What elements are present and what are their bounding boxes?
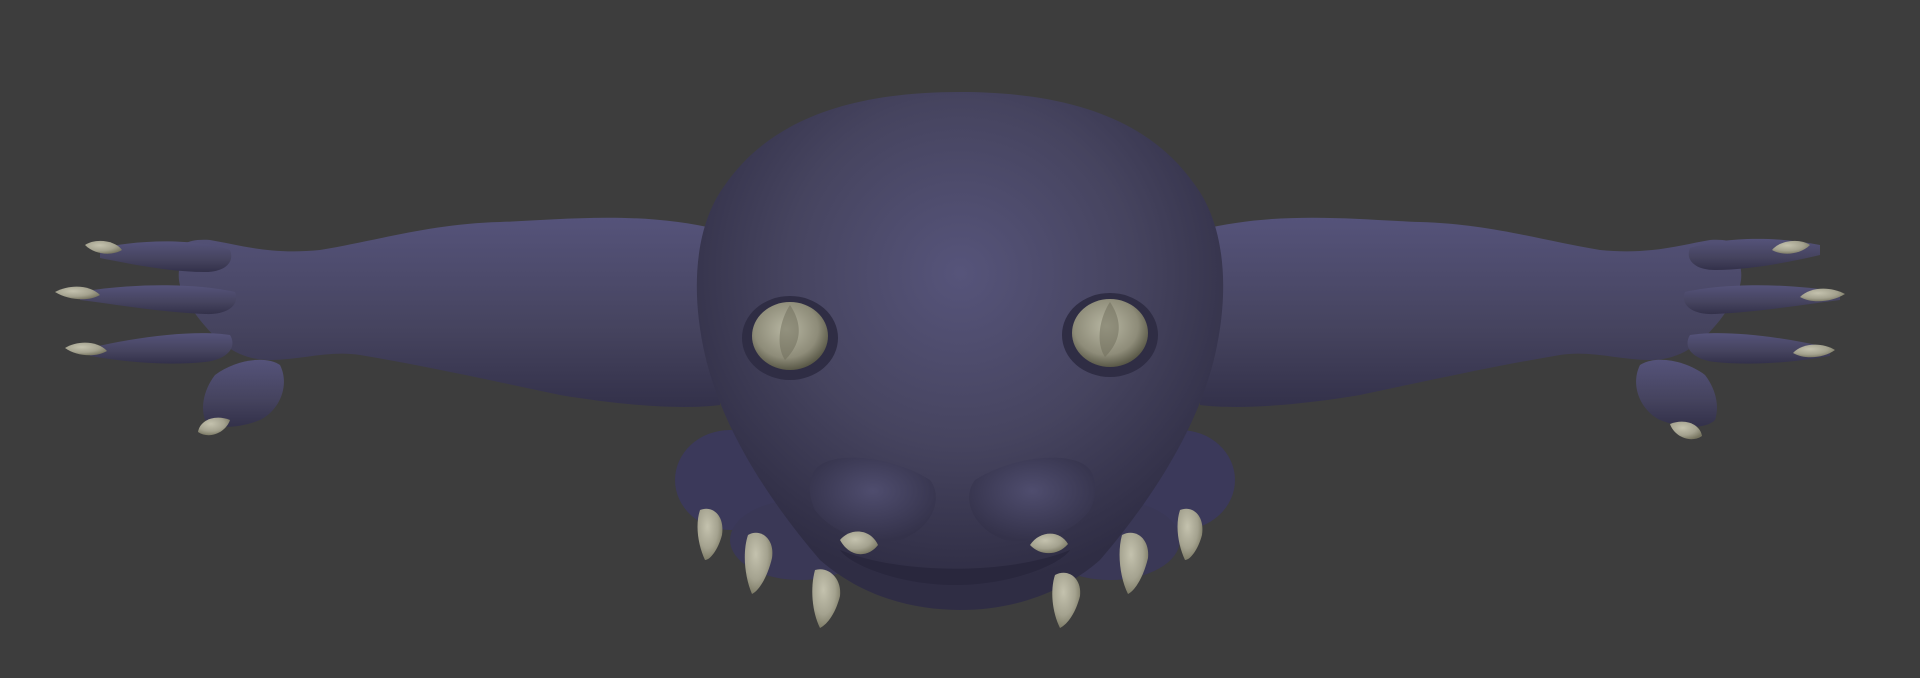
left-arm <box>80 217 721 427</box>
3d-viewport[interactable] <box>0 0 1920 678</box>
right-eye <box>1062 293 1158 377</box>
sculpt-render <box>55 92 1845 628</box>
right-arm <box>1200 217 1840 427</box>
left-eye <box>742 296 838 380</box>
